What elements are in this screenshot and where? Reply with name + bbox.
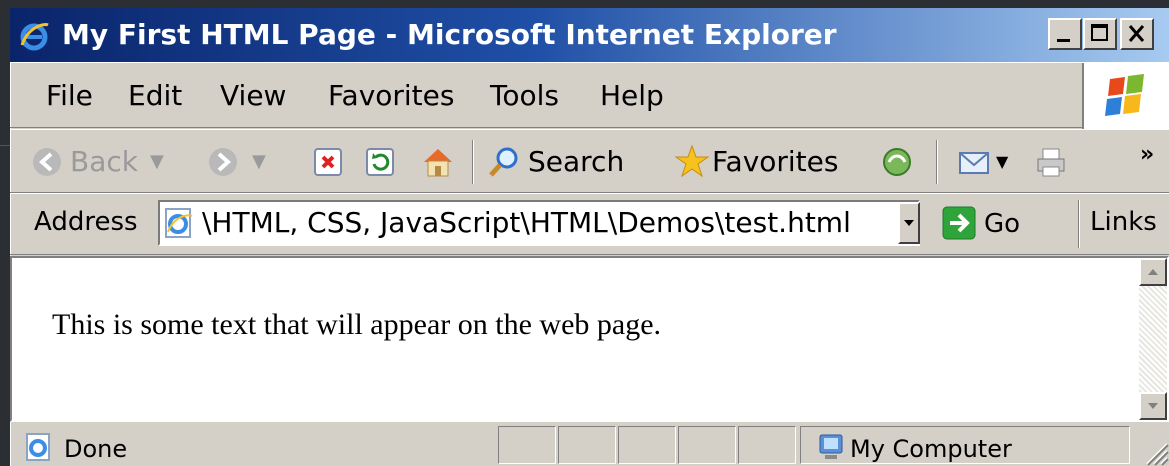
status-pane [498,426,556,464]
browser-window: My First HTML Page - Microsoft Internet … [10,8,1169,466]
my-computer-icon [819,434,843,459]
toolbar-overflow-chevron[interactable]: » [1140,142,1154,167]
menu-tools[interactable]: Tools [490,81,559,111]
search-button[interactable]: Search [486,144,624,180]
menu-help[interactable]: Help [600,81,664,111]
maximize-button[interactable] [1083,18,1117,50]
scroll-down-arrow-icon [1148,403,1158,409]
back-dropdown-arrow-icon[interactable]: ▼ [150,145,164,179]
standard-toolbar: Back ▼ ▼ Search Favorites ▼ » [10,129,1169,193]
favorites-button[interactable]: Favorites [674,144,838,180]
resize-grip-icon[interactable] [1139,436,1169,466]
status-pane [738,426,796,464]
menu-view[interactable]: View [220,81,286,111]
address-bar: Address \HTML, CSS, JavaScript\HTML\Demo… [10,193,1169,255]
search-label: Search [528,145,625,178]
page-icon [165,208,193,238]
go-arrow-icon[interactable] [942,206,976,240]
status-pane [618,426,676,464]
links-separator [1078,200,1080,248]
security-zone-label: My Computer [850,435,1012,463]
windows-flag-logo [1082,63,1169,129]
forward-arrow-icon [209,148,237,176]
media-button[interactable] [880,144,914,180]
page-content-area: This is some text that will appear on th… [10,256,1169,422]
mail-button[interactable]: ▼ [956,144,1008,180]
links-button[interactable]: Links [1090,207,1157,237]
menu-favorites[interactable]: Favorites [328,81,454,111]
search-magnifier-icon [489,147,518,177]
scroll-up-button[interactable] [1139,258,1167,286]
status-pane [678,426,736,464]
favorites-star-icon [674,144,710,178]
scroll-up-arrow-icon [1148,269,1158,275]
go-button[interactable]: Go [984,209,1020,239]
toolbar-separator [472,140,474,184]
stop-icon [314,148,342,176]
chevron-down-icon [904,220,914,226]
address-label: Address [34,207,138,237]
title-bar[interactable]: My First HTML Page - Microsoft Internet … [10,8,1169,62]
status-bar: Done My Computer [10,422,1169,466]
forward-dropdown-arrow-icon[interactable]: ▼ [252,145,266,179]
maximize-icon [1091,24,1108,41]
page-body-text: This is some text that will appear on th… [52,308,662,341]
favorites-label: Favorites [712,145,839,178]
stop-button[interactable] [312,144,344,180]
back-arrow-icon [33,148,61,176]
mail-envelope-icon [959,152,989,174]
refresh-button[interactable] [364,144,396,180]
printer-icon [1037,148,1065,177]
toolbar-separator [936,140,938,184]
vertical-scrollbar[interactable] [1139,258,1167,420]
mail-dropdown-arrow-icon[interactable]: ▼ [996,145,1008,179]
close-icon [1128,25,1145,42]
back-label: Back [70,145,138,178]
back-button[interactable]: Back ▼ [30,144,164,180]
print-button[interactable] [1034,144,1068,180]
close-button[interactable] [1120,18,1154,50]
home-button[interactable] [420,144,456,180]
forward-button[interactable]: ▼ [206,144,266,180]
minimize-button[interactable] [1048,18,1082,50]
home-icon [424,149,452,177]
address-value: \HTML, CSS, JavaScript\HTML\Demos\test.h… [202,206,851,239]
menu-file[interactable]: File [46,81,93,111]
address-input[interactable]: \HTML, CSS, JavaScript\HTML\Demos\test.h… [158,200,920,246]
menu-edit[interactable]: Edit [128,81,182,111]
menu-bar: File Edit View Favorites Tools Help [10,62,1169,129]
minimize-icon [1057,39,1070,42]
status-text: Done [64,435,128,463]
address-dropdown-button[interactable] [898,202,920,244]
window-title: My First HTML Page - Microsoft Internet … [62,18,837,51]
scroll-down-button[interactable] [1139,392,1167,420]
ie-logo-icon [20,23,49,51]
windows-flag-icon [1105,74,1144,116]
ie-page-icon [26,433,50,461]
status-pane [558,426,616,464]
media-icon [883,148,911,176]
refresh-icon [366,148,394,176]
